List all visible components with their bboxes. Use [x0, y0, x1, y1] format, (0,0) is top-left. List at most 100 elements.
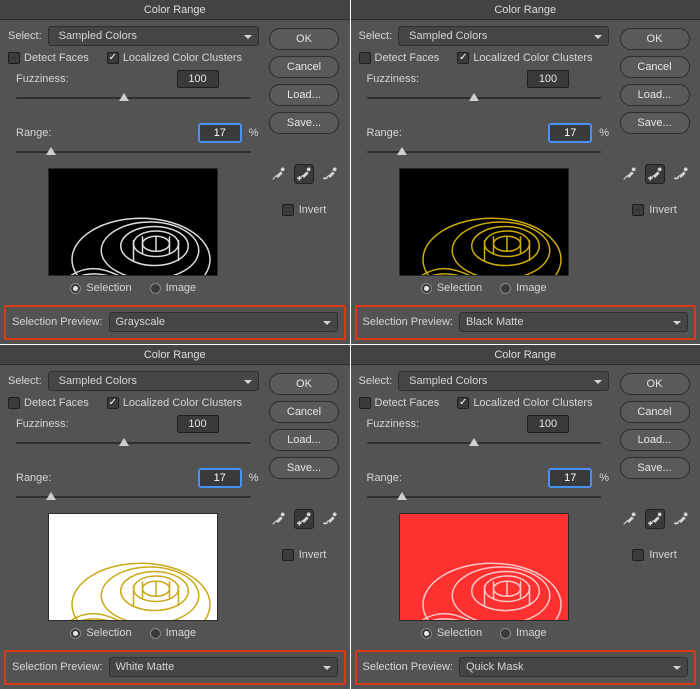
svg-text:+: + — [648, 176, 652, 182]
svg-text:−: − — [674, 521, 678, 527]
fuzziness-slider[interactable] — [16, 435, 251, 451]
radio-selection[interactable]: Selection — [70, 282, 131, 294]
cancel-button[interactable]: Cancel — [620, 56, 690, 78]
eyedropper-add-icon[interactable]: + — [294, 164, 314, 184]
cancel-button[interactable]: Cancel — [620, 401, 690, 423]
selection-preview-dropdown[interactable]: Black Matte — [459, 312, 688, 332]
select-label: Select: — [8, 30, 42, 42]
detect-faces-checkbox[interactable]: Detect Faces — [8, 397, 89, 409]
fuzziness-slider[interactable] — [16, 90, 251, 106]
fuzziness-slider[interactable] — [367, 90, 602, 106]
save-button[interactable]: Save... — [269, 112, 339, 134]
svg-text:−: − — [323, 176, 327, 182]
svg-text:+: + — [297, 176, 301, 182]
range-slider[interactable] — [16, 489, 251, 505]
radio-selection[interactable]: Selection — [421, 627, 482, 639]
invert-checkbox[interactable]: Invert — [632, 549, 677, 561]
range-label: Range: — [359, 127, 429, 139]
radio-icon — [421, 628, 432, 639]
select-dropdown[interactable]: Sampled Colors — [398, 26, 609, 46]
selection-preview-dropdown[interactable]: Grayscale — [109, 312, 338, 332]
eyedropper-add-icon[interactable]: + — [294, 509, 314, 529]
eyedropper-icon[interactable] — [619, 509, 639, 529]
slider-thumb-icon — [469, 438, 479, 446]
cancel-button[interactable]: Cancel — [269, 401, 339, 423]
fuzziness-input[interactable] — [177, 70, 219, 88]
range-input[interactable] — [199, 469, 241, 487]
eyedropper-icon[interactable] — [268, 164, 288, 184]
fuzziness-input[interactable] — [527, 70, 569, 88]
checkbox-icon — [107, 52, 119, 64]
radio-image[interactable]: Image — [500, 282, 547, 294]
localized-clusters-checkbox[interactable]: Localized Color Clusters — [457, 397, 592, 409]
radio-image[interactable]: Image — [150, 627, 197, 639]
save-button[interactable]: Save... — [620, 112, 690, 134]
fuzziness-input[interactable] — [527, 415, 569, 433]
range-input[interactable] — [549, 124, 591, 142]
radio-image-label: Image — [516, 282, 547, 294]
radio-image[interactable]: Image — [150, 282, 197, 294]
invert-checkbox[interactable]: Invert — [282, 549, 327, 561]
radio-selection-label: Selection — [437, 627, 482, 639]
load-button[interactable]: Load... — [269, 429, 339, 451]
radio-selection[interactable]: Selection — [70, 627, 131, 639]
radio-image[interactable]: Image — [500, 627, 547, 639]
ok-button[interactable]: OK — [620, 373, 690, 395]
ok-button[interactable]: OK — [620, 28, 690, 50]
eyedropper-subtract-icon[interactable]: − — [320, 509, 340, 529]
checkbox-icon — [107, 397, 119, 409]
select-label: Select: — [359, 30, 393, 42]
select-dropdown[interactable]: Sampled Colors — [398, 371, 609, 391]
radio-icon — [500, 283, 511, 294]
detect-faces-label: Detect Faces — [24, 52, 89, 64]
range-slider[interactable] — [367, 489, 602, 505]
fuzziness-input[interactable] — [177, 415, 219, 433]
preview-panel — [48, 513, 218, 621]
slider-thumb-icon — [46, 492, 56, 500]
cancel-button[interactable]: Cancel — [269, 56, 339, 78]
svg-text:−: − — [323, 521, 327, 527]
eyedropper-subtract-icon[interactable]: − — [671, 509, 691, 529]
range-slider[interactable] — [16, 144, 251, 160]
ok-button[interactable]: OK — [269, 28, 339, 50]
select-value: Sampled Colors — [409, 27, 487, 45]
select-dropdown[interactable]: Sampled Colors — [48, 371, 259, 391]
eyedropper-subtract-icon[interactable]: − — [671, 164, 691, 184]
slider-track — [16, 442, 251, 444]
detect-faces-checkbox[interactable]: Detect Faces — [8, 52, 89, 64]
eyedropper-add-icon[interactable]: + — [645, 509, 665, 529]
localized-clusters-checkbox[interactable]: Localized Color Clusters — [107, 52, 242, 64]
selection-preview-dropdown[interactable]: White Matte — [109, 657, 338, 677]
invert-checkbox[interactable]: Invert — [632, 204, 677, 216]
save-button[interactable]: Save... — [620, 457, 690, 479]
range-slider[interactable] — [367, 144, 602, 160]
detect-faces-checkbox[interactable]: Detect Faces — [359, 397, 440, 409]
radio-icon — [70, 628, 81, 639]
range-input[interactable] — [549, 469, 591, 487]
invert-checkbox[interactable]: Invert — [282, 204, 327, 216]
preview-panel — [399, 168, 569, 276]
eyedropper-subtract-icon[interactable]: − — [320, 164, 340, 184]
select-dropdown[interactable]: Sampled Colors — [48, 26, 259, 46]
color-range-dialog: Color Range Select: Sampled Colors Detec… — [351, 0, 700, 344]
range-input[interactable] — [199, 124, 241, 142]
localized-clusters-checkbox[interactable]: Localized Color Clusters — [107, 397, 242, 409]
eyedropper-add-icon[interactable]: + — [645, 164, 665, 184]
load-button[interactable]: Load... — [620, 429, 690, 451]
load-button[interactable]: Load... — [269, 84, 339, 106]
radio-selection[interactable]: Selection — [421, 282, 482, 294]
load-button[interactable]: Load... — [620, 84, 690, 106]
checkbox-icon — [359, 397, 371, 409]
eyedropper-icon[interactable] — [619, 164, 639, 184]
localized-clusters-checkbox[interactable]: Localized Color Clusters — [457, 52, 592, 64]
selection-preview-dropdown[interactable]: Quick Mask — [459, 657, 688, 677]
fuzziness-slider[interactable] — [367, 435, 602, 451]
eyedropper-tools: + − — [268, 164, 340, 184]
eyedropper-icon[interactable] — [268, 509, 288, 529]
save-button[interactable]: Save... — [269, 457, 339, 479]
radio-icon — [500, 628, 511, 639]
detect-faces-checkbox[interactable]: Detect Faces — [359, 52, 440, 64]
invert-label: Invert — [649, 204, 677, 216]
ok-button[interactable]: OK — [269, 373, 339, 395]
dialog-title: Color Range — [351, 345, 700, 365]
